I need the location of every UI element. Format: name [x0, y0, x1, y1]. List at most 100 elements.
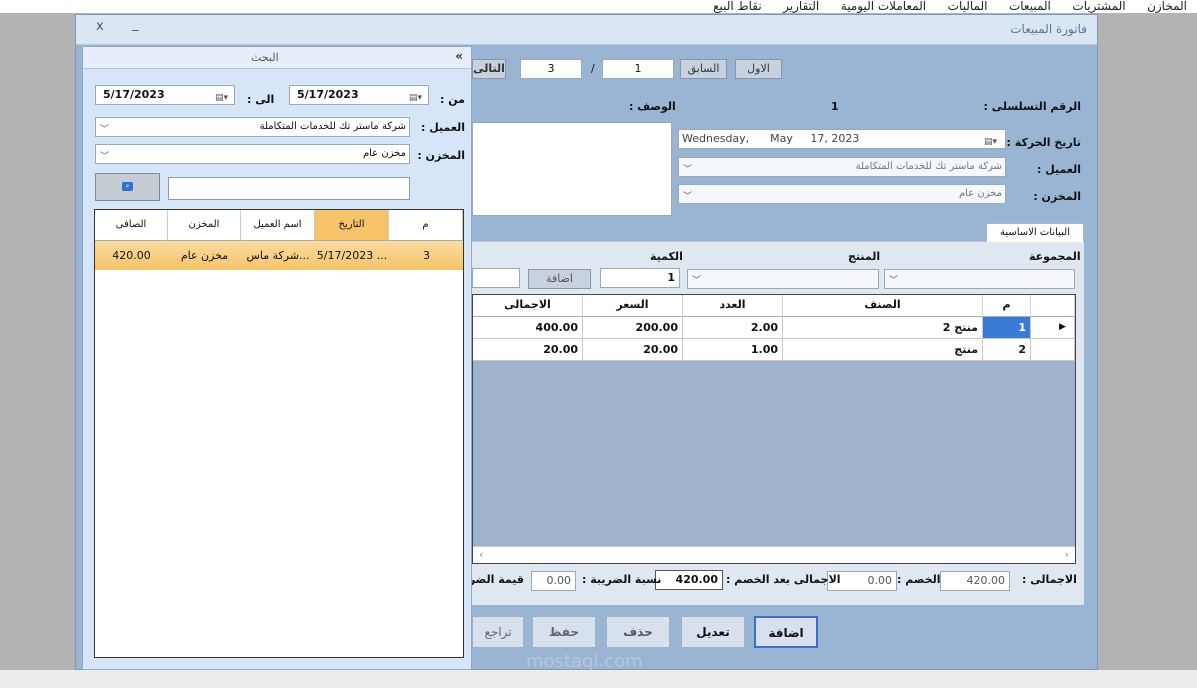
chevron-down-icon[interactable]: ﹀ — [889, 273, 898, 286]
search-input[interactable] — [168, 177, 410, 200]
menu-sales[interactable]: المبيعات — [1009, 0, 1051, 12]
search-customer-label: العميل : — [420, 121, 465, 134]
after-discount-value: 420.00 — [655, 570, 723, 590]
previous-button[interactable]: السابق — [680, 59, 727, 79]
group-combo[interactable]: ﹀ — [884, 269, 1075, 289]
discount-label: الخصم : — [897, 573, 941, 586]
chevron-down-icon[interactable]: ﹀ — [683, 161, 692, 179]
menu-reports[interactable]: التقارير — [783, 0, 819, 12]
extra-entry-field[interactable] — [472, 268, 520, 288]
calendar-icon[interactable]: ▤▾ — [984, 133, 997, 151]
table-row-price[interactable]: 200.00 — [583, 317, 683, 339]
store-label: المخزن : — [1033, 190, 1081, 203]
row-selector-icon[interactable]: ▶ — [1031, 317, 1075, 339]
table-row-count[interactable]: 1.00 — [683, 339, 783, 361]
search-results-grid: م التاريخ اسم العميل المخزن الصافى 3 5/1… — [94, 209, 464, 658]
quantity-input[interactable]: 1 — [600, 268, 680, 288]
col-header-count: العدد — [683, 295, 783, 317]
table-row-count[interactable]: 2.00 — [683, 317, 783, 339]
table-row-item[interactable]: منتج 2 — [783, 317, 983, 339]
invoice-items-grid: م الصنف العدد السعر الاجمالى ▶ 1 منتج 2 … — [472, 294, 1076, 564]
table-row-num[interactable]: 2 — [983, 339, 1031, 361]
record-separator: / — [591, 62, 595, 75]
description-textarea[interactable] — [472, 122, 672, 216]
row-header-corner — [1031, 295, 1075, 317]
horizontal-scrollbar[interactable]: ‹ › — [473, 546, 1075, 563]
chevron-down-icon[interactable]: ﹀ — [683, 188, 692, 206]
add-button[interactable]: اضافة — [754, 616, 818, 648]
top-menu-bar: المخازن المشتريات المبيعات الماليات المع… — [0, 0, 1197, 13]
search-customer-combo[interactable]: شركة ماستر تك للخدمات المتكاملة ﹀ — [95, 117, 410, 137]
calendar-icon[interactable]: ▤▾ — [409, 89, 422, 107]
search-icon: ⌕ — [122, 182, 133, 191]
delete-button[interactable]: حذف — [606, 616, 670, 648]
chevron-down-icon[interactable]: ﹀ — [100, 121, 109, 139]
tax-rate-input[interactable]: 0.00 — [531, 571, 576, 591]
table-row-num[interactable]: 1 — [983, 317, 1031, 339]
table-row-item[interactable]: منتج — [783, 339, 983, 361]
date-label: تاريخ الحركة : — [1006, 136, 1081, 149]
chevron-down-icon[interactable]: ﹀ — [692, 273, 701, 286]
tab-basic-data[interactable]: البيانات الاساسية — [986, 223, 1084, 242]
chevron-down-icon[interactable]: ﹀ — [100, 148, 109, 166]
row-selector[interactable] — [1031, 339, 1075, 361]
menu-purchases[interactable]: المشتريات — [1072, 0, 1125, 12]
customer-label: العميل : — [1036, 163, 1081, 176]
watermark: mostaql.com — [526, 651, 643, 672]
scroll-right-icon[interactable]: › — [1065, 548, 1069, 561]
next-button[interactable]: التالى — [472, 59, 506, 79]
search-button[interactable]: ⌕ — [95, 173, 160, 201]
row-num: 3 — [423, 249, 430, 262]
product-combo[interactable]: ﹀ — [687, 269, 879, 289]
window-title: فاتورة المبيعات — [1010, 22, 1087, 36]
status-bar — [0, 670, 1197, 688]
window-titlebar: x _ فاتورة المبيعات — [76, 15, 1097, 45]
menu-daily[interactable]: المعاملات اليومية — [841, 0, 926, 12]
search-store-label: المخزن : — [417, 149, 465, 162]
store-value: مخزن عام — [958, 188, 1002, 199]
group-label: المجموعة — [1029, 250, 1081, 263]
undo-button[interactable]: تراجع — [472, 616, 524, 648]
description-label: الوصف : — [629, 100, 676, 113]
calendar-icon[interactable]: ▤▾ — [215, 89, 228, 107]
col-header-customer: اسم العميل — [241, 210, 315, 241]
quantity-label: الكمية — [650, 250, 683, 263]
close-icon[interactable]: x — [96, 19, 104, 34]
col-header-price: السعر — [583, 295, 683, 317]
date-picker[interactable]: Wednesday, May 17, 2023 ▤▾ — [678, 129, 1006, 149]
search-store-combo[interactable]: مخزن عام ﹀ — [95, 144, 410, 164]
date-value: Wednesday, May 17, 2023 — [682, 132, 860, 145]
col-header-net: الصافى — [95, 210, 168, 241]
search-customer-value: شركة ماستر تك للخدمات المتكاملة — [259, 121, 406, 132]
table-row-total[interactable]: 400.00 — [473, 317, 583, 339]
total-value: 420.00 — [940, 571, 1010, 591]
to-date-picker[interactable]: 5/17/2023 ▤▾ — [95, 85, 235, 105]
save-button[interactable]: حفظ — [532, 616, 596, 648]
store-combo[interactable]: مخزن عام ﹀ — [678, 184, 1006, 204]
menu-stores[interactable]: المخازن — [1147, 0, 1187, 12]
current-record-field[interactable]: 1 — [602, 59, 674, 79]
serial-label: الرقم التسلسلى : — [983, 100, 1081, 113]
from-date-value: 5/17/2023 — [297, 88, 359, 101]
menu-finance[interactable]: الماليات — [948, 0, 988, 12]
search-panel-title: البحث — [251, 51, 279, 64]
table-row-price[interactable]: 20.00 — [583, 339, 683, 361]
from-date-picker[interactable]: 5/17/2023 ▤▾ — [289, 85, 429, 105]
scroll-left-icon[interactable]: ‹ — [479, 548, 483, 561]
table-row[interactable]: 3 5/17/2023 ... شركة ماس... مخزن عام 420… — [95, 241, 463, 270]
first-button[interactable]: الاول — [735, 59, 782, 79]
row-net: 420.00 — [112, 249, 151, 262]
col-header-date[interactable]: التاريخ — [315, 210, 389, 241]
row-date: 5/17/2023 ... — [316, 249, 388, 262]
menu-pos[interactable]: نقاط البيع — [713, 0, 762, 12]
customer-value: شركة ماستر تك للخدمات المتكاملة — [855, 161, 1002, 172]
collapse-icon[interactable]: « — [455, 49, 463, 63]
search-panel-header: البحث « — [83, 47, 471, 69]
add-line-button[interactable]: اضافة — [528, 269, 591, 289]
to-date-value: 5/17/2023 — [103, 88, 165, 101]
minimize-icon[interactable]: _ — [132, 17, 139, 32]
edit-button[interactable]: تعديل — [681, 616, 745, 648]
table-row-total[interactable]: 20.00 — [473, 339, 583, 361]
total-label: الاجمالى : — [1022, 573, 1077, 586]
customer-combo[interactable]: شركة ماستر تك للخدمات المتكاملة ﹀ — [678, 157, 1006, 177]
